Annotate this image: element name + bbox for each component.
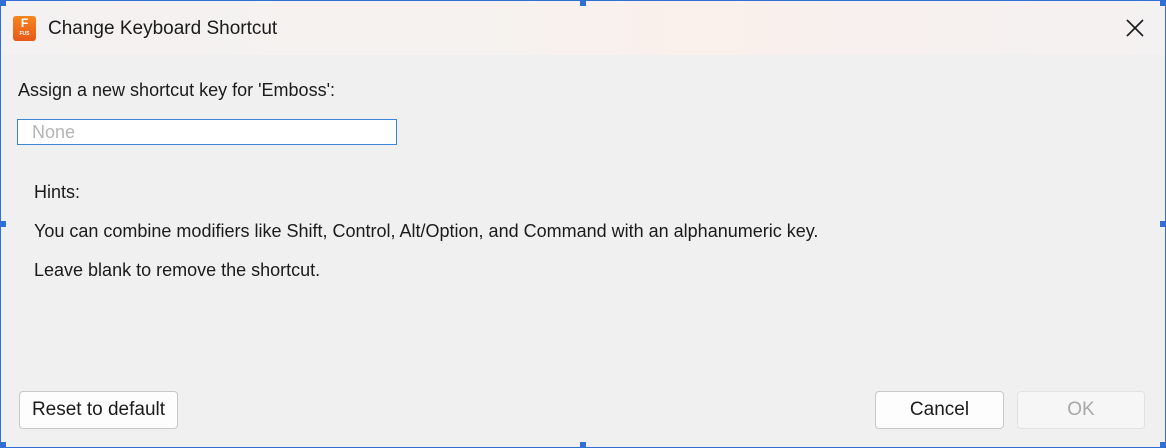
- close-button[interactable]: [1107, 5, 1163, 51]
- change-keyboard-shortcut-dialog: F FUS Change Keyboard Shortcut Assign a …: [0, 0, 1166, 448]
- hint-modifiers-text: You can combine modifiers like Shift, Co…: [34, 221, 819, 241]
- ok-button[interactable]: OK: [1017, 391, 1145, 429]
- shortcut-key-input[interactable]: [17, 119, 397, 145]
- hint-blank-text: Leave blank to remove the shortcut.: [34, 260, 321, 280]
- app-icon-sub: FUS: [19, 31, 30, 37]
- resize-handle-middle-right[interactable]: [1160, 221, 1166, 227]
- title-bar[interactable]: F FUS Change Keyboard Shortcut: [1, 1, 1165, 55]
- resize-handle-middle-left[interactable]: [0, 221, 6, 227]
- app-icon-letter: F: [20, 16, 29, 30]
- close-icon: [1126, 19, 1144, 37]
- resize-handle-bottom-right[interactable]: [1160, 442, 1166, 448]
- hints-heading: Hints:: [34, 182, 81, 202]
- resize-handle-top-left[interactable]: [0, 0, 6, 6]
- resize-handle-bottom-center[interactable]: [580, 442, 586, 448]
- assign-shortcut-label: Assign a new shortcut key for 'Emboss':: [18, 80, 336, 100]
- resize-handle-top-center[interactable]: [580, 0, 586, 6]
- reset-to-default-button[interactable]: Reset to default: [19, 391, 178, 429]
- fusion-app-icon: F FUS: [13, 16, 36, 41]
- resize-handle-top-right[interactable]: [1160, 0, 1166, 6]
- resize-handle-bottom-left[interactable]: [0, 442, 6, 448]
- dialog-title: Change Keyboard Shortcut: [48, 18, 278, 39]
- cancel-button[interactable]: Cancel: [875, 391, 1004, 429]
